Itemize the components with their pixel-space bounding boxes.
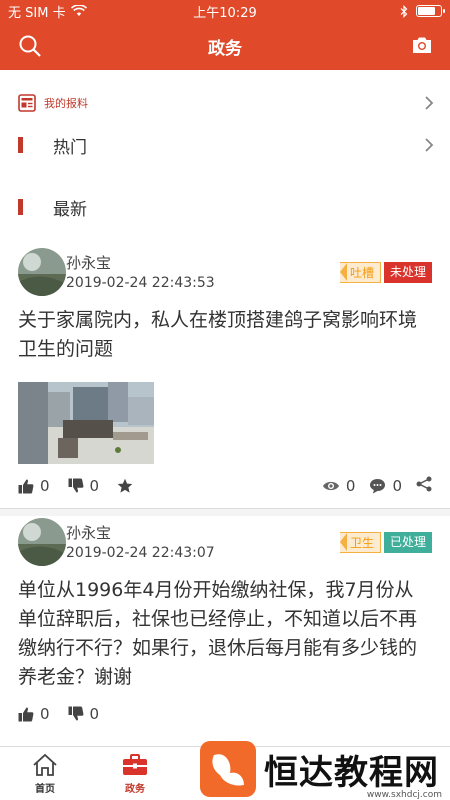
- my-report-label: 我的报料: [44, 97, 88, 110]
- tab-government[interactable]: 政务: [90, 747, 180, 800]
- view-count: 0: [345, 477, 356, 495]
- comment-count: 0: [392, 477, 402, 495]
- search-icon[interactable]: [18, 34, 42, 62]
- newspaper-icon: [18, 94, 36, 112]
- thumbs-up-icon: [18, 707, 34, 722]
- status-time: 上午10:29: [193, 5, 257, 21]
- like-count: 0: [40, 477, 50, 495]
- tab-home[interactable]: 首页: [0, 747, 90, 800]
- battery-icon: [416, 5, 445, 17]
- status-bar: 无 SIM 卡 上午10:29: [0, 0, 450, 22]
- section-marker: [18, 199, 23, 215]
- post-title: 单位从1996年4月份开始缴纳社保，我7月份从单位辞职后，社保也已经停止，不知道…: [18, 579, 418, 688]
- section-marker: [18, 137, 23, 153]
- category-tag: 卫生: [339, 532, 381, 553]
- tab-label: 政务: [125, 783, 145, 795]
- chevron-right-icon: [425, 138, 434, 152]
- like-button[interactable]: 0: [18, 705, 50, 723]
- status-badge: 已处理: [383, 532, 432, 553]
- like-count: 0: [40, 705, 50, 723]
- eye-icon: [322, 481, 339, 491]
- thumbs-down-icon: [68, 706, 83, 721]
- category-tag: 吐槽: [339, 262, 381, 283]
- wifi-icon: [70, 5, 87, 16]
- section-hot[interactable]: 热门: [0, 114, 450, 176]
- watermark-url: www.sxhdcj.com: [366, 790, 442, 800]
- status-badge: 未处理: [383, 262, 432, 283]
- nav-bar: 政务: [0, 22, 450, 70]
- watermark: 恒达教程网 www.sxhdcj.com: [200, 738, 450, 800]
- thumbs-down-icon: [68, 478, 83, 493]
- thumbs-up-icon: [18, 479, 34, 494]
- dislike-button[interactable]: 0: [68, 477, 100, 495]
- chevron-right-icon: [425, 96, 434, 110]
- section-label: 最新: [53, 199, 87, 220]
- page-title: 政务: [208, 38, 242, 59]
- post-actions: 0 0 0 0: [18, 464, 432, 508]
- post-image[interactable]: [18, 382, 154, 464]
- briefcase-icon: [123, 753, 147, 775]
- views-counter: 0: [322, 477, 356, 495]
- star-icon: [117, 478, 133, 493]
- watermark-text: 恒达教程网: [264, 752, 439, 793]
- post-item[interactable]: 孙永宝 2019-02-24 22:43:53 吐槽 未处理 关于家属院内，私人…: [0, 248, 450, 508]
- carrier-label: 无 SIM 卡: [8, 5, 66, 21]
- post-title: 关于家属院内，私人在楼顶搭建鸽子窝影响环境卫生的问题: [18, 309, 418, 360]
- post-item[interactable]: 孙永宝 2019-02-24 22:43:07 卫生 已处理 单位从1996年4…: [0, 518, 450, 736]
- camera-icon[interactable]: [412, 34, 432, 58]
- dislike-count: 0: [89, 477, 100, 495]
- home-icon: [33, 753, 57, 776]
- post-actions: 0 0: [18, 692, 432, 736]
- post-time: 2019-02-24 22:43:53: [66, 275, 215, 291]
- divider: [0, 508, 450, 516]
- share-icon[interactable]: [416, 476, 432, 496]
- post-time: 2019-02-24 22:43:07: [66, 545, 215, 561]
- avatar[interactable]: [18, 518, 66, 566]
- author-name: 孙永宝: [66, 254, 112, 272]
- dislike-count: 0: [89, 705, 100, 723]
- like-button[interactable]: 0: [18, 477, 50, 495]
- author-name: 孙永宝: [66, 524, 112, 542]
- avatar[interactable]: [18, 248, 66, 296]
- watermark-logo: [200, 741, 256, 797]
- comment-button[interactable]: 0: [369, 477, 402, 495]
- bluetooth-icon: [400, 4, 408, 18]
- section-latest: 最新: [0, 176, 450, 238]
- section-label: 热门: [53, 137, 87, 158]
- favorite-button[interactable]: [117, 478, 133, 494]
- dislike-button[interactable]: 0: [68, 705, 100, 723]
- comment-icon: [370, 479, 386, 494]
- tab-label: 首页: [35, 783, 55, 795]
